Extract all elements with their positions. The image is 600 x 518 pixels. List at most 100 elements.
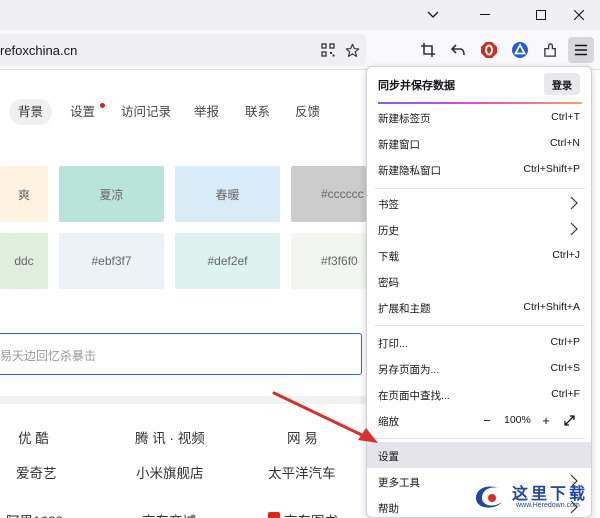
- navigation-toolbar: refoxchina.cn: [0, 30, 600, 70]
- menu-item-settings[interactable]: 设置: [367, 442, 591, 468]
- tab-feedback[interactable]: 反馈: [295, 99, 320, 125]
- bookmark-star-icon[interactable]: [340, 38, 364, 62]
- site-link[interactable]: 腾 讯 · 视频: [135, 427, 205, 447]
- zoom-in-button[interactable]: +: [536, 410, 556, 430]
- adblock-extension-icon[interactable]: [477, 38, 501, 62]
- menu-item-addons-themes[interactable]: 扩展和主题 Ctrl+Shift+A: [367, 294, 591, 320]
- site-link[interactable]: 京东商城: [142, 510, 196, 518]
- menu-item-label: 设置: [378, 451, 399, 463]
- swatch-tile[interactable]: ddc: [0, 233, 48, 289]
- sync-label: 同步并保存数据: [378, 80, 455, 92]
- menu-item-downloads[interactable]: 下载 Ctrl+J: [367, 242, 591, 268]
- menu-item-new-tab[interactable]: 新建标签页 Ctrl+T: [367, 104, 591, 130]
- minimize-button[interactable]: [462, 0, 508, 30]
- menu-item-label: 新建窗口: [378, 139, 420, 151]
- menu-item-label: 下载: [378, 251, 399, 263]
- site-link[interactable]: 阿里1688: [6, 510, 63, 518]
- tab-history[interactable]: 访问记录: [121, 99, 171, 125]
- chevron-right-icon: [570, 222, 578, 236]
- menu-item-label: 书签: [378, 199, 399, 211]
- menu-divider: [375, 188, 585, 189]
- menu-item-label: 新建隐私窗口: [378, 165, 441, 177]
- watermark-url: www.Heredown.com: [516, 502, 580, 509]
- menu-divider: [375, 438, 585, 439]
- url-bar[interactable]: refoxchina.cn: [0, 34, 366, 66]
- swatch-tile[interactable]: #f3f6f0: [291, 233, 366, 289]
- annotation-arrow-icon: [272, 391, 378, 443]
- site-link[interactable]: 爱奇艺: [16, 462, 57, 482]
- menu-item-save-page-as[interactable]: 另存页面为... Ctrl+S: [367, 355, 591, 381]
- menu-item-passwords[interactable]: 密码: [367, 268, 591, 294]
- swatch-tile[interactable]: #def2ef: [175, 233, 280, 289]
- swatch-label: 爽: [17, 187, 30, 202]
- menu-item-label: 另存页面为...: [378, 364, 440, 376]
- menu-item-shortcut: Ctrl+S: [550, 362, 580, 374]
- swatch-tile[interactable]: #cccccc: [291, 166, 366, 222]
- page-tab-row: 背景 设置 访问记录 举报 联系 反馈: [0, 91, 366, 131]
- menu-item-zoom: 缩放 − 100% +: [367, 407, 591, 433]
- menu-item-label: 打印...: [378, 338, 408, 350]
- watermark-swirl-icon: [476, 486, 502, 508]
- swatch-label: #def2ef: [207, 254, 248, 268]
- menu-item-label: 帮助: [378, 503, 399, 515]
- menu-item-shortcut: Ctrl+Shift+P: [523, 163, 580, 175]
- menu-item-print[interactable]: 打印... Ctrl+P: [367, 329, 591, 355]
- tab-contact[interactable]: 联系: [245, 99, 270, 125]
- close-window-button[interactable]: [556, 0, 600, 30]
- menu-item-label: 历史: [378, 225, 399, 237]
- swatch-label: 春暖: [215, 187, 240, 202]
- menu-item-new-private-window[interactable]: 新建隐私窗口 Ctrl+Shift+P: [367, 156, 591, 182]
- site-link[interactable]: 优 酷: [18, 427, 49, 447]
- search-input[interactable]: 易天边回忆杀暴击: [0, 333, 362, 375]
- menu-item-label: 在页面中查找...: [378, 390, 450, 402]
- menu-item-shortcut: Ctrl+J: [552, 249, 580, 261]
- jd-books-logo-icon: [268, 512, 280, 518]
- notification-dot: [100, 103, 105, 108]
- back-arrow-icon[interactable]: [446, 38, 470, 62]
- watermark-logo: 这里下载 www.Heredown.com: [470, 478, 596, 514]
- site-link[interactable]: 京东图书: [284, 510, 338, 518]
- menu-item-history[interactable]: 历史: [367, 216, 591, 242]
- title-bar: [0, 0, 600, 30]
- app-menu-panel: 同步并保存数据 登录 新建标签页 Ctrl+T 新建窗口 Ctrl+N 新建隐私…: [366, 66, 592, 518]
- menu-item-find-in-page[interactable]: 在页面中查找... Ctrl+F: [367, 381, 591, 407]
- swatch-label: #f3f6f0: [321, 254, 358, 268]
- menu-item-new-window[interactable]: 新建窗口 Ctrl+N: [367, 130, 591, 156]
- tab-background[interactable]: 背景: [9, 99, 53, 125]
- login-button[interactable]: 登录: [544, 73, 580, 95]
- menu-item-label: 密码: [378, 277, 399, 289]
- swatch-label: ddc: [14, 254, 34, 268]
- zoom-level[interactable]: 100%: [504, 414, 531, 426]
- menu-item-bookmarks[interactable]: 书签: [367, 190, 591, 216]
- screenshot-crop-icon[interactable]: [416, 38, 440, 62]
- search-placeholder: 易天边回忆杀暴击: [0, 349, 97, 363]
- site-link[interactable]: 小米旗舰店: [136, 462, 204, 482]
- sync-row[interactable]: 同步并保存数据 登录: [367, 67, 591, 103]
- swatch-tile[interactable]: 夏凉: [59, 166, 164, 222]
- menu-item-shortcut: Ctrl+F: [551, 388, 580, 400]
- qr-code-icon[interactable]: [316, 38, 340, 62]
- menu-item-shortcut: Ctrl+N: [549, 137, 580, 149]
- swatch-tile[interactable]: 爽: [0, 166, 48, 222]
- extensions-puzzle-icon[interactable]: [538, 38, 562, 62]
- zoom-out-button[interactable]: −: [477, 410, 497, 430]
- swatch-tile[interactable]: 春暖: [175, 166, 280, 222]
- menu-item-label: 更多工具: [378, 477, 420, 489]
- swatch-tile[interactable]: #ebf3f7: [59, 233, 164, 289]
- menu-item-label: 扩展和主题: [378, 303, 431, 315]
- site-link[interactable]: 太平洋汽车: [268, 462, 336, 482]
- tab-report[interactable]: 举报: [194, 99, 219, 125]
- vpn-extension-icon[interactable]: [508, 38, 532, 62]
- tab-settings[interactable]: 设置: [70, 99, 95, 125]
- app-menu-hamburger-icon[interactable]: [568, 37, 594, 63]
- menu-item-shortcut: Ctrl+Shift+A: [523, 301, 580, 313]
- menu-item-shortcut: Ctrl+P: [550, 336, 580, 348]
- new-tab-page: 背景 设置 访问记录 举报 联系 反馈 爽 夏凉 春暖 #cccccc ddc …: [0, 71, 366, 518]
- tab-list-chevron-icon[interactable]: [410, 0, 456, 30]
- chevron-right-icon: [570, 196, 578, 210]
- fullscreen-expand-icon[interactable]: [564, 415, 575, 426]
- swatch-label: 夏凉: [99, 187, 124, 202]
- url-text: refoxchina.cn: [0, 43, 78, 58]
- swatch-label: #ebf3f7: [91, 254, 132, 268]
- menu-item-shortcut: Ctrl+T: [551, 111, 580, 123]
